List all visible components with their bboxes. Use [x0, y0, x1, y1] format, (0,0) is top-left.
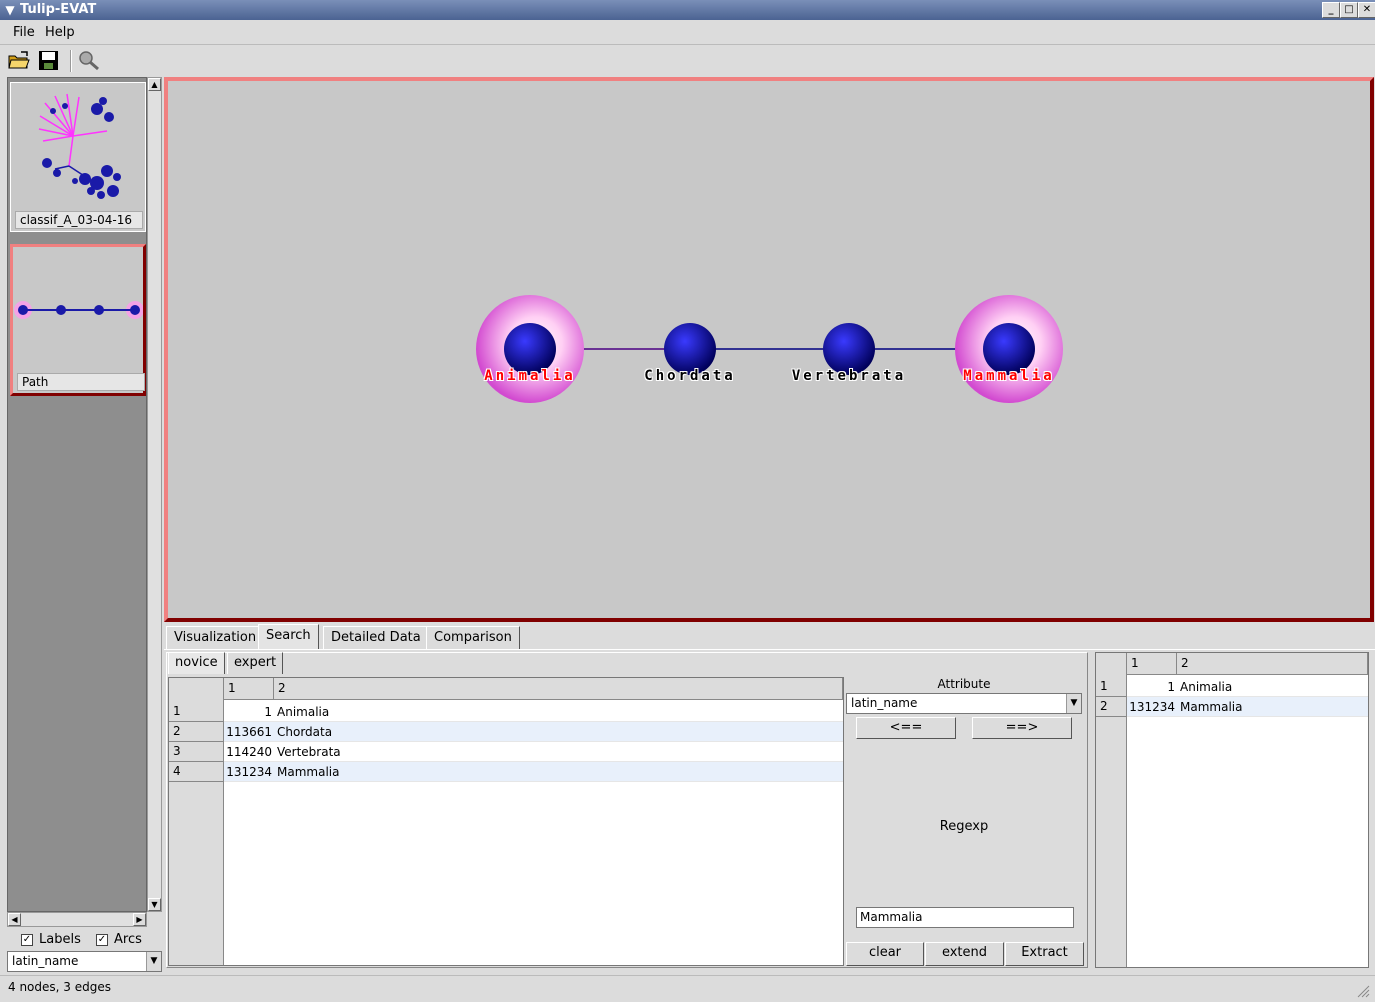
open-folder-icon[interactable] — [7, 50, 31, 72]
thumbnail-hscrollbar[interactable]: ◀ ▶ — [7, 912, 147, 927]
node-label: Chordata — [644, 368, 736, 384]
minimize-icon[interactable]: _ — [1322, 2, 1340, 18]
save-disk-icon[interactable] — [37, 50, 61, 72]
graph-drawing — [476, 295, 1063, 403]
column-header[interactable]: 1 — [1127, 653, 1177, 675]
column-header[interactable]: 1 — [224, 678, 274, 700]
status-text: 4 nodes, 3 edges — [8, 980, 111, 994]
check-icon: ✓ — [96, 933, 108, 946]
menu-file[interactable]: File — [13, 25, 35, 40]
thumbnail-classif[interactable]: classif_A_03-04-16 — [10, 82, 146, 232]
check-icon: ✓ — [21, 933, 33, 946]
scroll-left-icon[interactable]: ◀ — [8, 913, 21, 926]
scroll-down-icon[interactable]: ▼ — [148, 898, 161, 911]
thumbnail-list[interactable]: classif_A_03-04-16 Path — [7, 77, 147, 912]
attribute-select[interactable]: latin_name ▼ — [846, 693, 1082, 714]
path-preview-icon — [14, 301, 143, 319]
selection-table[interactable]: 1 2 1 1 Animalia 131234 Mammalia 2 — [1095, 652, 1369, 968]
window-title: Tulip-EVAT — [20, 2, 97, 17]
scroll-up-icon[interactable]: ▲ — [148, 78, 161, 91]
toolbar-separator — [70, 50, 72, 72]
column-header[interactable]: 2 — [1177, 653, 1368, 675]
regexp-label: Regexp — [939, 819, 989, 834]
subtab-novice[interactable]: novice — [168, 652, 225, 674]
menu-help[interactable]: Help — [45, 25, 75, 40]
table-row[interactable]: 131234 Mammalia — [1127, 697, 1368, 717]
left-panel: classif_A_03-04-16 Path ▲ ▼ ◀ ▶ ✓ Labels … — [7, 77, 162, 975]
scroll-right-icon[interactable]: ▶ — [133, 913, 146, 926]
status-bar: 4 nodes, 3 edges — [0, 975, 1375, 1002]
regexp-input[interactable]: Mammalia — [856, 907, 1074, 928]
chevron-down-icon: ▼ — [1066, 694, 1081, 713]
attribute-label: Attribute — [937, 677, 991, 691]
chevron-down-icon: ▼ — [146, 952, 161, 971]
move-left-button[interactable]: <== — [856, 717, 956, 739]
window-menu-icon[interactable]: ▼ — [2, 2, 18, 18]
close-icon[interactable]: ✕ — [1358, 2, 1375, 18]
tab-search[interactable]: Search — [258, 624, 319, 650]
subtab-expert[interactable]: expert — [227, 652, 284, 674]
extend-button[interactable]: extend — [925, 942, 1004, 966]
toolbar — [0, 46, 1375, 76]
node-label: Vertebrata — [791, 368, 907, 384]
arcs-checkbox[interactable]: ✓ Arcs — [96, 932, 142, 947]
node-label: Mammalia — [963, 368, 1055, 384]
table-row[interactable]: 1 1 Animalia — [1096, 677, 1368, 697]
thumbnail-vscrollbar[interactable]: ▲ ▼ — [147, 77, 162, 912]
graph-canvas[interactable]: Animalia Chordata Vertebrata Mammalia — [164, 77, 1374, 622]
property-select[interactable]: latin_name ▼ — [7, 951, 162, 972]
column-header[interactable]: 2 — [274, 678, 843, 700]
thumbnail-label: classif_A_03-04-16 — [15, 211, 143, 229]
table-row[interactable]: 3 114240 Vertebrata — [169, 742, 843, 762]
labels-checkbox[interactable]: ✓ Labels — [21, 932, 81, 947]
tree-preview-icon — [38, 93, 121, 199]
menu-bar: File Help — [0, 20, 1375, 45]
table-row[interactable]: 131234 Mammalia — [224, 762, 843, 782]
thumbnail-path[interactable]: Path — [10, 244, 146, 396]
move-right-button[interactable]: ==> — [972, 717, 1072, 739]
node-label: Animalia — [484, 368, 576, 384]
table-row[interactable]: 1 1 Animalia — [169, 702, 843, 722]
magnifier-icon[interactable] — [77, 50, 101, 72]
resize-grip-icon[interactable] — [1356, 982, 1370, 998]
tab-comparison[interactable]: Comparison — [426, 626, 520, 649]
extract-button[interactable]: Extract — [1005, 942, 1084, 966]
table-row[interactable]: 113661 Chordata — [224, 722, 843, 742]
tab-visualization[interactable]: Visualization — [166, 626, 265, 649]
clear-button[interactable]: clear — [846, 942, 924, 966]
tab-detailed-data[interactable]: Detailed Data — [323, 626, 429, 649]
thumbnail-label: Path — [17, 373, 145, 391]
title-bar: ▼ Tulip-EVAT _ □ ✕ — [0, 0, 1375, 20]
results-table[interactable]: 1 2 1 1 Animalia 113661 Chordata 2 3 114… — [168, 677, 844, 966]
maximize-icon[interactable]: □ — [1340, 2, 1358, 18]
